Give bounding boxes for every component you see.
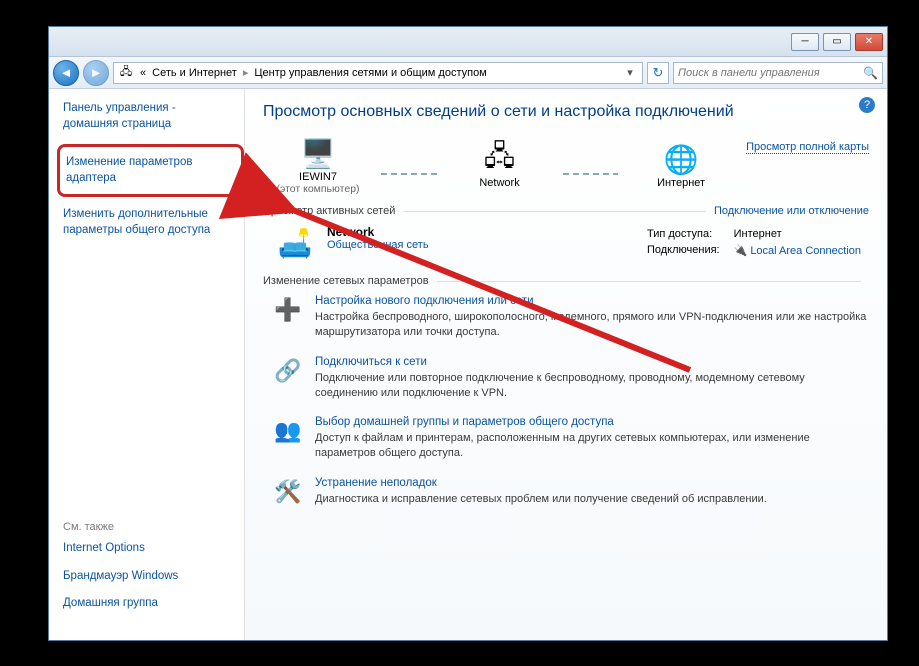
homegroup-icon: 👥 [273,416,303,446]
access-value: Интернет [728,227,867,241]
map-node-this-pc: 🖥️ IEWIN7 (этот компьютер) [263,135,373,195]
node-label: IEWIN7 [299,171,337,183]
page-heading: Просмотр основных сведений о сети и наст… [263,103,869,121]
connection-line [381,173,437,175]
access-label: Тип доступа: [641,227,726,241]
chevron-right-icon: ▸ [243,66,249,79]
network-map: 🖥️ IEWIN7 (этот компьютер) 🖧 Network 🌐 И… [263,135,869,195]
node-label: Network [479,177,519,189]
section-title: Изменение сетевых параметров [263,275,429,287]
map-node-internet: 🌐 Интернет [626,141,736,189]
network-hub-icon: 🖧 [480,141,520,177]
highlight-box: Изменение параметров адаптера [57,144,244,197]
help-icon[interactable]: ? [859,97,875,113]
new-connection-icon: ➕ [273,295,303,325]
breadcrumb-prefix[interactable]: « [140,67,146,79]
network-icon: 🖧 [118,65,134,81]
troubleshoot-icon: 🛠️ [273,477,303,507]
sidebar-internet-options[interactable]: Internet Options [63,541,244,557]
connection-line [563,173,619,175]
change-settings-header: Изменение сетевых параметров [263,275,869,287]
titlebar: ─ ▭ ✕ [49,27,887,57]
computer-icon: 🖥️ [298,135,338,171]
connect-disconnect-link[interactable]: Подключение или отключение [714,205,869,217]
minimize-button[interactable]: ─ [791,33,819,51]
back-button[interactable]: ◄ [53,60,79,86]
list-item: 🛠️ Устранение неполадок Диагностика и ис… [273,477,869,507]
setting-link[interactable]: Подключиться к сети [315,356,869,368]
sidebar-firewall[interactable]: Брандмауэр Windows [63,569,244,585]
maximize-button[interactable]: ▭ [823,33,851,51]
bench-icon: 🛋️ [273,225,317,261]
connect-icon: 🔗 [273,356,303,386]
globe-icon: 🌐 [661,141,701,177]
window-body: Панель управления - домашняя страница Из… [49,89,887,640]
map-node-network: 🖧 Network [445,141,555,189]
setting-link[interactable]: Устранение неполадок [315,477,767,489]
search-box[interactable]: 🔍 [673,62,883,84]
list-item: 👥 Выбор домашней группы и параметров общ… [273,416,869,461]
breadcrumb-seg-2[interactable]: Центр управления сетями и общим доступом [254,67,486,79]
refresh-button[interactable]: ↻ [647,62,669,84]
sidebar: Панель управления - домашняя страница Из… [49,89,245,640]
active-networks-header: Просмотр активных сетей Подключение или … [263,205,869,217]
settings-list: ➕ Настройка нового подключения или сети … [263,295,869,507]
setting-desc: Настройка беспроводного, широкополосного… [315,310,869,340]
setting-link[interactable]: Настройка нового подключения или сети [315,295,869,307]
list-item: ➕ Настройка нового подключения или сети … [273,295,869,340]
connections-label: Подключения: [641,243,726,258]
full-map-link[interactable]: Просмотр полной карты [746,135,869,154]
network-name: Network [327,225,429,239]
breadcrumb[interactable]: 🖧 « Сеть и Интернет ▸ Центр управления с… [113,62,643,84]
breadcrumb-dropdown[interactable]: ▾ [622,66,638,79]
setting-desc: Доступ к файлам и принтерам, расположенн… [315,431,869,461]
connection-link[interactable]: Local Area Connection [750,245,861,257]
setting-desc: Диагностика и исправление сетевых пробле… [315,492,767,507]
setting-link[interactable]: Выбор домашней группы и параметров общег… [315,416,869,428]
breadcrumb-seg-1[interactable]: Сеть и Интернет [152,67,237,79]
node-sublabel: (этот компьютер) [276,183,359,195]
adapter-icon: 🔌 [734,245,748,257]
see-also-header: См. также [63,521,244,533]
list-item: 🔗 Подключиться к сети Подключение или по… [273,356,869,401]
active-network-block: 🛋️ Network Общественная сеть Тип доступа… [263,225,869,261]
search-icon: 🔍 [863,66,878,80]
search-input[interactable] [678,67,859,79]
node-label: Интернет [657,177,705,189]
setting-desc: Подключение или повторное подключение к … [315,371,869,401]
content-pane: ? Просмотр основных сведений о сети и на… [245,89,887,640]
sidebar-homegroup[interactable]: Домашняя группа [63,596,244,612]
sidebar-home-link[interactable]: Панель управления - домашняя страница [63,101,244,132]
close-button[interactable]: ✕ [855,33,883,51]
navbar: ◄ ► 🖧 « Сеть и Интернет ▸ Центр управлен… [49,57,887,89]
section-title: Просмотр активных сетей [263,205,395,217]
network-type-link[interactable]: Общественная сеть [327,239,429,251]
control-panel-window: ─ ▭ ✕ ◄ ► 🖧 « Сеть и Интернет ▸ Центр уп… [48,26,888,641]
sidebar-sharing-link[interactable]: Изменить дополнительные параметры общего… [63,207,244,238]
sidebar-adapter-link[interactable]: Изменение параметров адаптера [66,155,235,186]
forward-button[interactable]: ► [83,60,109,86]
